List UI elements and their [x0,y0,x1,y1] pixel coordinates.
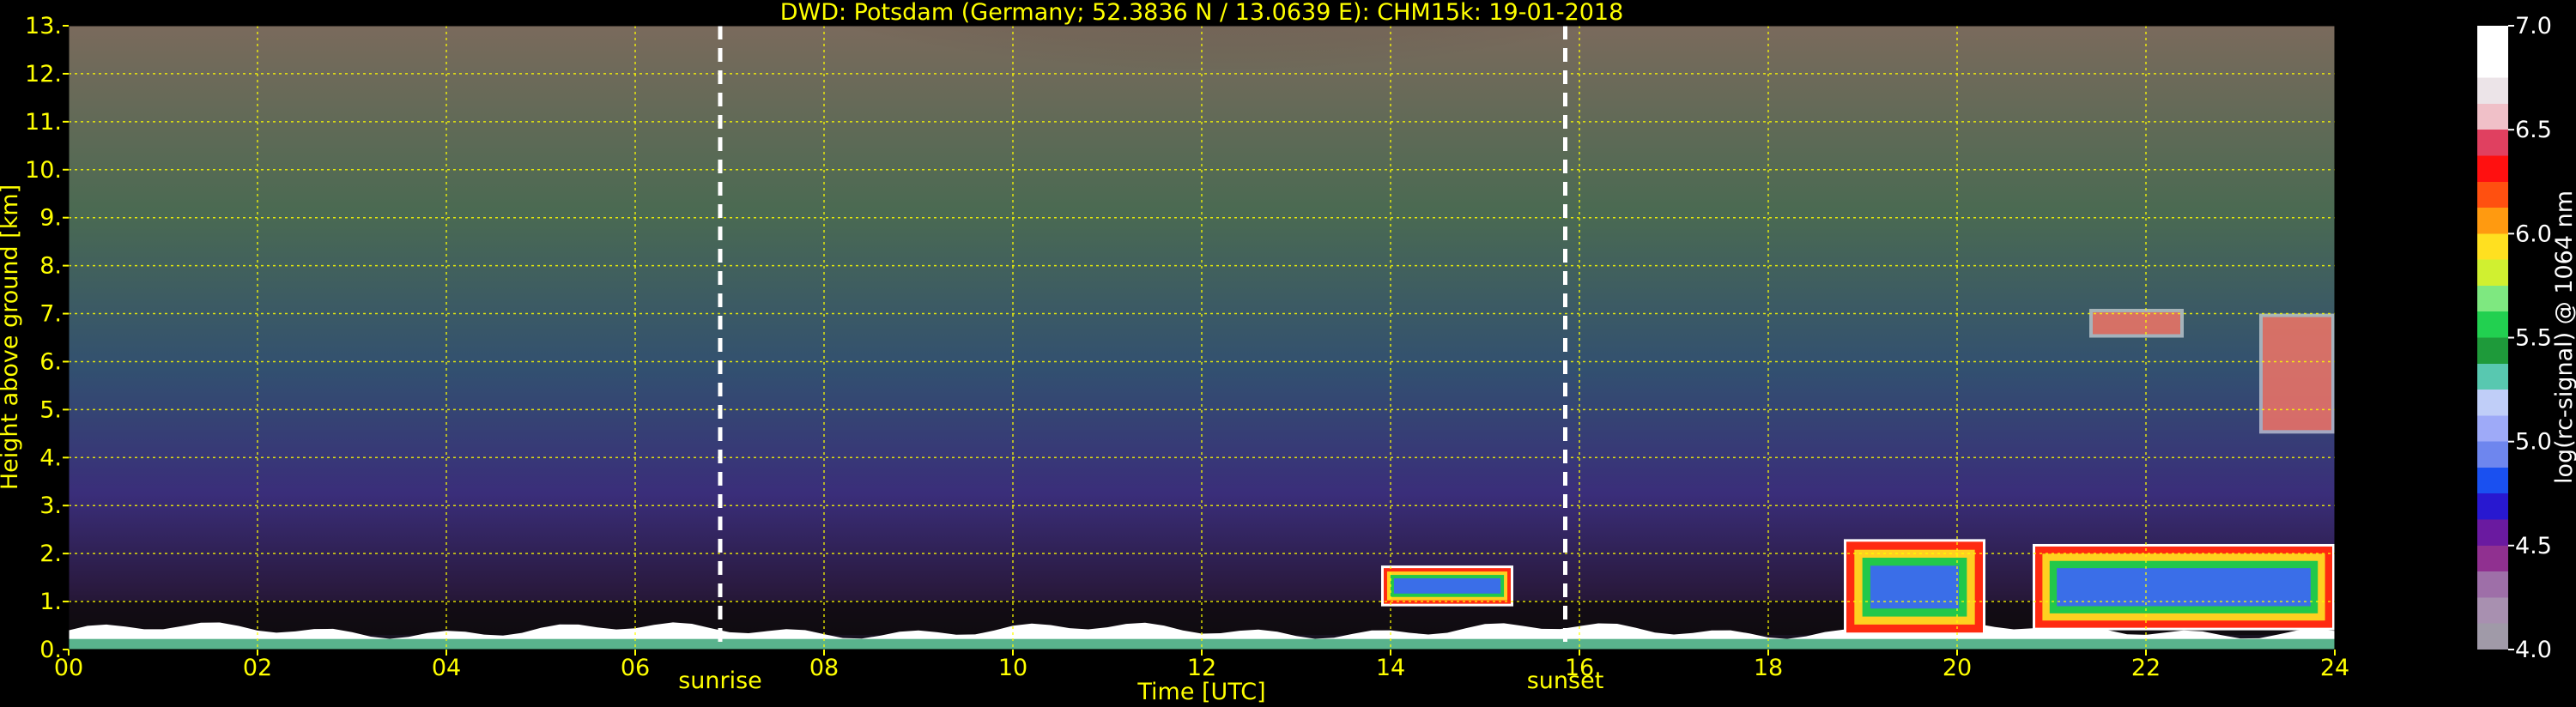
colorbar-label: log(rc-signal) @ 1064 nm [2551,190,2576,484]
y-axis-label: Height above ground [km] [0,184,23,490]
colorbar-tick-label: 5.5 [2515,325,2552,352]
colorbar-tick-label: 4.5 [2515,533,2552,559]
y-tick-label: 13. [25,13,62,39]
y-tick-label: 0. [39,637,62,663]
x-tick-label: 12 [1187,655,1216,681]
colorbar-tick-label: 6.0 [2515,221,2552,247]
cirrus-cloud-core [2263,317,2331,431]
y-tick-label: 1. [39,589,62,615]
cloud-layer-band [2057,568,2311,607]
y-tick-label: 12. [25,61,62,88]
y-tick-label: 2. [39,541,62,567]
chart-title: DWD: Potsdam (Germany; 52.3836 N / 13.06… [780,0,1624,26]
x-tick-label: 18 [1754,655,1783,681]
x-tick-label: 22 [2131,655,2161,681]
y-tick-label: 11. [25,109,62,136]
y-tick-label: 6. [39,348,62,375]
cirrus-cloud-core [2093,311,2180,335]
colorbar-ticks: 4.0 4.5 5.0 5.5 6.0 6.5 7.0 [2508,13,2552,663]
y-tick-label: 3. [39,492,62,519]
y-tick-label: 9. [39,205,62,232]
y-tick-label: 8. [39,253,62,280]
colorbar-tick-label: 7.0 [2515,13,2552,39]
y-tick-label: 7. [39,301,62,328]
x-tick-label: 20 [1943,655,1972,681]
x-tick-label: 10 [998,655,1027,681]
colorbar-tick-label: 6.5 [2515,117,2552,143]
cloud-layer-band [1393,578,1501,594]
x-axis-ticks: 00 02 04 06 08 10 12 14 16 18 20 22 24 [54,650,2349,681]
x-tick-label: 08 [809,655,839,681]
y-axis-ticks: 0. 1. 2. 3. 4. 5. 6. 7. 8. 9. 10. 11. 12. 13. [25,13,69,663]
x-axis-label: Time [UTC] [1136,679,1265,705]
x-tick-label: 14 [1376,655,1405,681]
ceilometer-chart: sunrise sunset 00 02 04 06 08 10 12 14 16 18 20 22 24… [0,0,2576,705]
plot-area [69,26,2335,650]
colorbar-tick-label: 4.0 [2515,637,2552,663]
y-tick-label: 5. [39,396,62,423]
marker-sunrise-label: sunrise [678,668,762,694]
x-tick-label: 02 [243,655,272,681]
x-tick-label: 04 [432,655,461,681]
y-tick-label: 10. [25,157,62,184]
colorbar [2477,26,2508,650]
x-tick-label: 16 [1565,655,1594,681]
colorbar-tick-label: 5.0 [2515,429,2552,456]
y-tick-label: 4. [39,444,62,471]
x-tick-label: 24 [2320,655,2349,681]
x-tick-label: 06 [621,655,650,681]
